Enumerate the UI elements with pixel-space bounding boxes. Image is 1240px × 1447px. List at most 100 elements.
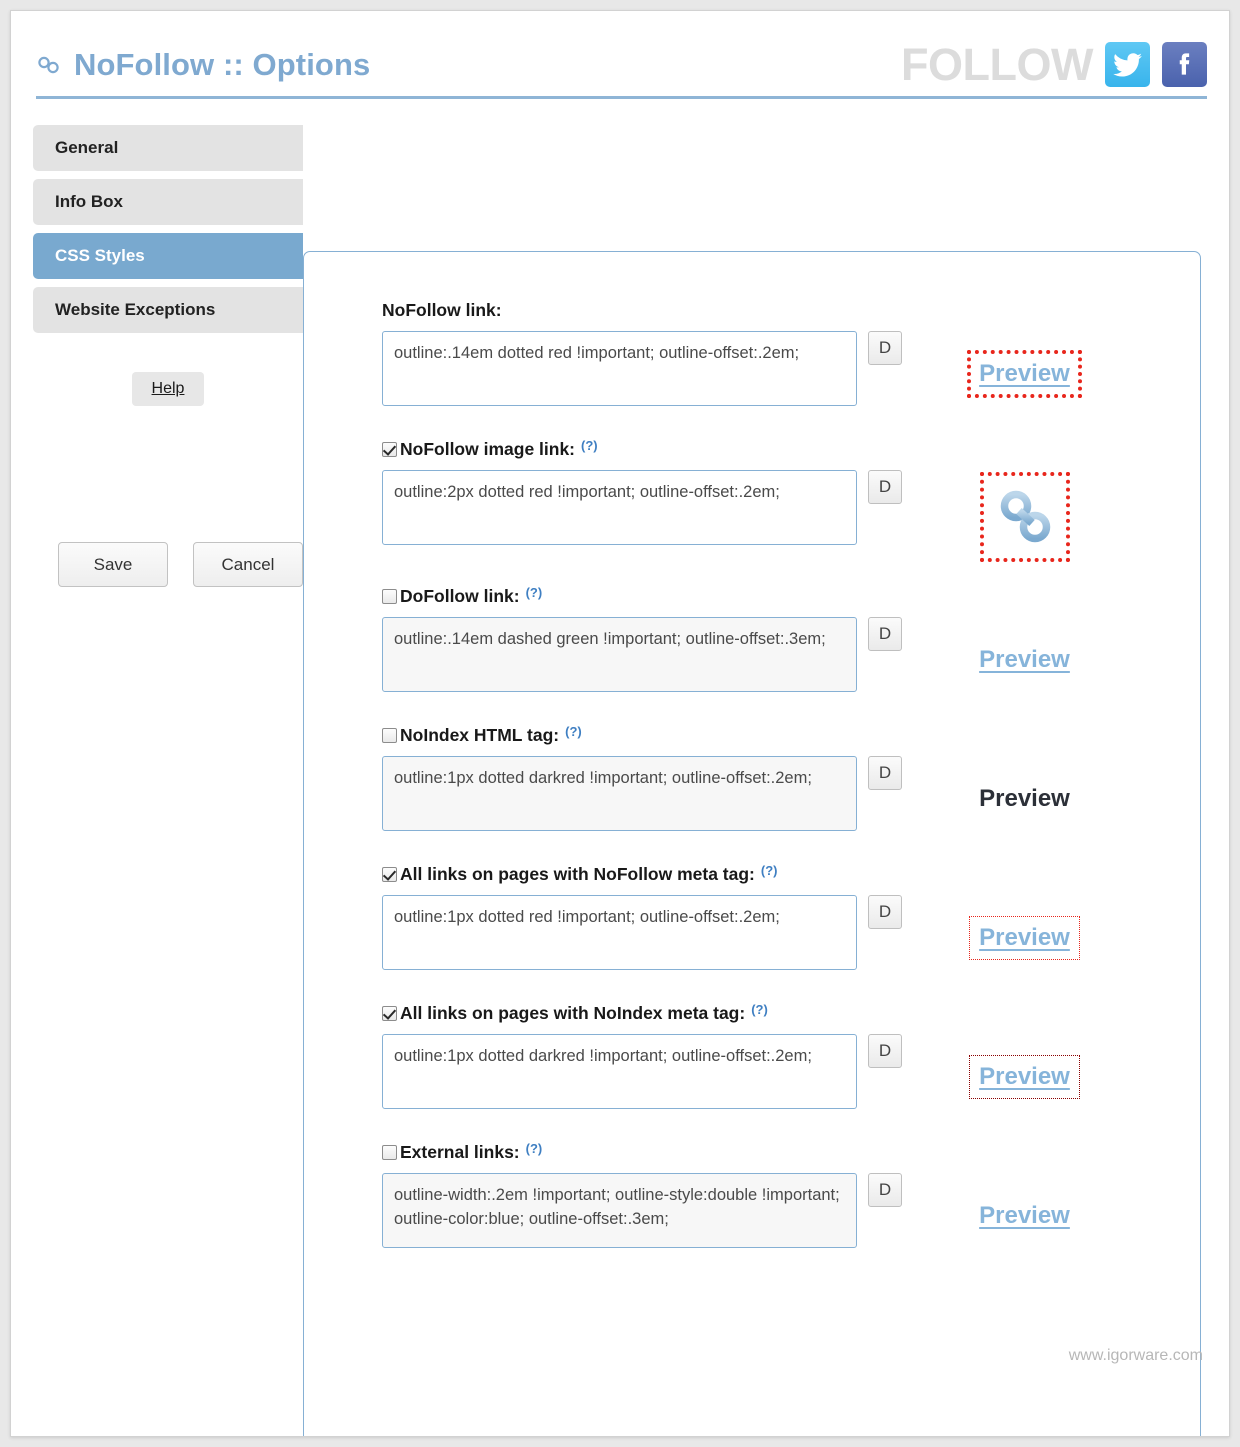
preview-link[interactable]: Preview [967, 350, 1082, 398]
style-row-external-links: External links: (?) outline-width:.2em !… [304, 1139, 1200, 1248]
preview-text: Preview [979, 785, 1070, 812]
field-label: NoFollow link: [382, 300, 902, 322]
nofollow-image-link-css-input[interactable]: outline:2px dotted red !important; outli… [382, 470, 857, 545]
page-header: NoFollow :: Options FOLLOW [11, 11, 1229, 99]
preview-column: Preview [902, 586, 1147, 692]
twitter-icon[interactable] [1105, 42, 1150, 87]
field-column: All links on pages with NoFollow meta ta… [382, 861, 902, 970]
dofollow-link-checkbox[interactable] [382, 589, 397, 604]
options-window: NoFollow :: Options FOLLOW General Info … [10, 10, 1230, 1437]
save-button[interactable]: Save [58, 542, 168, 587]
page-content: General Info Box CSS Styles Website Exce… [11, 99, 1229, 1436]
follow-group: FOLLOW [901, 42, 1207, 87]
page-title: NoFollow :: Options [74, 47, 371, 82]
field-label: All links on pages with NoIndex meta tag… [382, 1000, 902, 1025]
nofollow-meta-tag-checkbox[interactable] [382, 867, 397, 882]
field-label: DoFollow link: (?) [382, 583, 902, 608]
preview-link[interactable]: Preview [975, 644, 1074, 676]
field-column: NoFollow image link: (?) outline:2px dot… [382, 436, 902, 545]
field-label-text: External links: [400, 1142, 520, 1162]
help-marker-icon[interactable]: (?) [526, 583, 543, 603]
preview-link[interactable]: Preview [975, 1200, 1074, 1232]
textarea-group: outline:1px dotted red !important; outli… [382, 895, 902, 970]
style-row-nofollow-link: NoFollow link: outline:.14em dotted red … [304, 300, 1200, 406]
field-label-text: DoFollow link: [400, 586, 520, 606]
style-rows: NoFollow link: outline:.14em dotted red … [304, 252, 1200, 1248]
sidebar-item-label: Website Exceptions [55, 300, 216, 319]
form-actions: Save Cancel [58, 542, 303, 587]
help-marker-icon[interactable]: (?) [526, 1139, 543, 1159]
nofollow-meta-tag-css-input[interactable]: outline:1px dotted red !important; outli… [382, 895, 857, 970]
preview-column: Preview [902, 300, 1147, 406]
preview-column: Preview [902, 1142, 1147, 1248]
field-label-text: NoIndex HTML tag: [400, 725, 560, 745]
textarea-group: outline:1px dotted darkred !important; o… [382, 1034, 902, 1109]
sidebar-item-general[interactable]: General [33, 125, 303, 171]
default-button[interactable]: D [868, 617, 902, 651]
help-marker-icon[interactable]: (?) [565, 722, 582, 742]
noindex-html-tag-css-input[interactable]: outline:1px dotted darkred !important; o… [382, 756, 857, 831]
default-button[interactable]: D [868, 756, 902, 790]
title-group: NoFollow :: Options [36, 47, 370, 83]
field-column: DoFollow link: (?) outline:.14em dashed … [382, 583, 902, 692]
default-button[interactable]: D [868, 1173, 902, 1207]
textarea-group: outline:1px dotted darkred !important; o… [382, 756, 902, 831]
textarea-group: outline:.14em dashed green !important; o… [382, 617, 902, 692]
preview-column [902, 439, 1147, 562]
field-label-text: NoFollow image link: [400, 439, 576, 459]
field-column: NoFollow link: outline:.14em dotted red … [382, 300, 902, 406]
nofollow-link-css-input[interactable]: outline:.14em dotted red !important; out… [382, 331, 857, 406]
help-marker-icon[interactable]: (?) [581, 436, 598, 456]
chain-link-image-icon [1000, 490, 1050, 543]
field-label: External links: (?) [382, 1139, 902, 1164]
field-label-text: All links on pages with NoIndex meta tag… [400, 1003, 746, 1023]
default-button[interactable]: D [868, 331, 902, 365]
cancel-button[interactable]: Cancel [193, 542, 303, 587]
field-label-text: All links on pages with NoFollow meta ta… [400, 864, 755, 884]
noindex-html-tag-checkbox[interactable] [382, 728, 397, 743]
default-button[interactable]: D [868, 895, 902, 929]
textarea-group: outline:.14em dotted red !important; out… [382, 331, 902, 406]
noindex-meta-tag-checkbox[interactable] [382, 1006, 397, 1021]
dofollow-link-css-input[interactable]: outline:.14em dashed green !important; o… [382, 617, 857, 692]
sidebar-item-label: Info Box [55, 192, 123, 211]
preview-image[interactable] [979, 472, 1070, 562]
field-column: NoIndex HTML tag: (?) outline:1px dotted… [382, 722, 902, 831]
footer-url: www.igorware.com [1068, 1347, 1203, 1364]
chain-link-icon [36, 54, 62, 76]
facebook-icon[interactable] [1162, 42, 1207, 87]
sidebar-item-label: General [55, 138, 119, 157]
help-marker-icon[interactable]: (?) [751, 1000, 768, 1020]
nofollow-image-link-checkbox[interactable] [382, 442, 397, 457]
follow-label: FOLLOW [901, 39, 1093, 90]
help-button[interactable]: Help [131, 372, 205, 406]
help-wrap: Help [33, 372, 303, 406]
preview-link[interactable]: Preview [969, 916, 1080, 960]
help-marker-icon[interactable]: (?) [761, 861, 778, 881]
noindex-meta-tag-css-input[interactable]: outline:1px dotted darkred !important; o… [382, 1034, 857, 1109]
field-label-text: NoFollow link: [382, 300, 502, 320]
sidebar: General Info Box CSS Styles Website Exce… [33, 125, 303, 406]
field-column: External links: (?) outline-width:.2em !… [382, 1139, 902, 1248]
css-styles-panel: NoFollow link: outline:.14em dotted red … [303, 251, 1201, 1436]
style-row-dofollow-link: DoFollow link: (?) outline:.14em dashed … [304, 583, 1200, 692]
default-button[interactable]: D [868, 470, 902, 504]
textarea-group: outline-width:.2em !important; outline-s… [382, 1173, 902, 1248]
preview-column: Preview [902, 725, 1147, 831]
field-column: All links on pages with NoIndex meta tag… [382, 1000, 902, 1109]
field-label: NoFollow image link: (?) [382, 436, 902, 461]
external-links-css-input[interactable]: outline-width:.2em !important; outline-s… [382, 1173, 857, 1248]
preview-link[interactable]: Preview [969, 1055, 1080, 1099]
sidebar-item-label: CSS Styles [55, 246, 145, 265]
default-button[interactable]: D [868, 1034, 902, 1068]
sidebar-item-website-exceptions[interactable]: Website Exceptions [33, 287, 303, 333]
sidebar-item-info-box[interactable]: Info Box [33, 179, 303, 225]
preview-column: Preview [902, 1003, 1147, 1109]
field-label: NoIndex HTML tag: (?) [382, 722, 902, 747]
external-links-checkbox[interactable] [382, 1145, 397, 1160]
style-row-nofollow-image-link: NoFollow image link: (?) outline:2px dot… [304, 436, 1200, 562]
preview-column: Preview [902, 864, 1147, 970]
sidebar-item-css-styles[interactable]: CSS Styles [33, 233, 303, 279]
textarea-group: outline:2px dotted red !important; outli… [382, 470, 902, 545]
style-row-noindex-meta-tag: All links on pages with NoIndex meta tag… [304, 1000, 1200, 1109]
